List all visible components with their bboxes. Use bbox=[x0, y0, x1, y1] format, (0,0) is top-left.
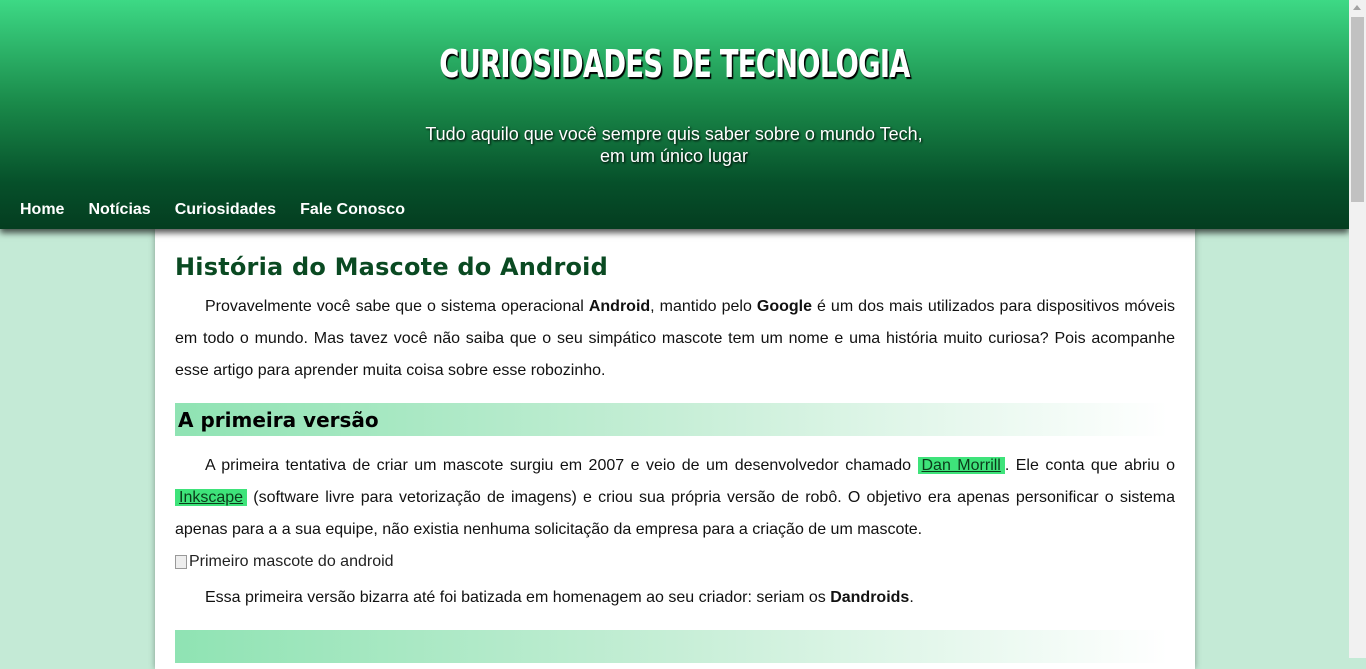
nav-link-curiosidades[interactable]: Curiosidades bbox=[175, 200, 276, 220]
article-container: História do Mascote do Android Provavelm… bbox=[155, 229, 1195, 669]
intro-bold-android: Android bbox=[588, 298, 651, 315]
intro-paragraph: Provavelmente você sabe que o sistema op… bbox=[175, 291, 1175, 387]
nav-link-home[interactable]: Home bbox=[20, 200, 64, 220]
site-header: Curiosidades de Tecnologia Tudo aquilo q… bbox=[0, 0, 1349, 229]
section1-text-2: . Ele conta que abriu o bbox=[1004, 457, 1176, 474]
next-section-heading bbox=[175, 630, 1168, 663]
section1-p2-text-2: . bbox=[909, 589, 914, 606]
section1-text-1: A primeira tentativa de criar um mascote… bbox=[205, 457, 918, 474]
intro-bold-google: Google bbox=[756, 298, 812, 315]
section1-p2-text-1: Essa primeira versão bizarra até foi bat… bbox=[205, 589, 831, 606]
section1-paragraph-2: Essa primeira versão bizarra até foi bat… bbox=[175, 582, 1175, 614]
intro-text-2: , mantido pelo bbox=[650, 298, 757, 315]
section-heading-primeira-versao: A primeira versão bbox=[175, 403, 1168, 436]
section1-paragraph-1: A primeira tentativa de criar um mascote… bbox=[175, 450, 1175, 546]
scroll-up-arrow-icon[interactable] bbox=[1353, 5, 1361, 10]
main-nav: Home Notícias Curiosidades Fale Conosco bbox=[20, 200, 429, 220]
article-title: História do Mascote do Android bbox=[175, 253, 608, 281]
site-subtitle: Tudo aquilo que você sempre quis saber s… bbox=[425, 124, 923, 166]
nav-link-noticias[interactable]: Notícias bbox=[88, 200, 150, 220]
section1-text-3: (software livre para vetorização de imag… bbox=[175, 489, 1175, 538]
site-title: Curiosidades de Tecnologia bbox=[439, 42, 910, 86]
first-mascot-image: Primeiro mascote do android bbox=[175, 552, 1175, 572]
link-inkscape[interactable]: Inkscape bbox=[175, 489, 248, 506]
broken-image-icon bbox=[175, 555, 187, 569]
page-scrollbar[interactable] bbox=[1349, 0, 1366, 658]
nav-link-fale-conosco[interactable]: Fale Conosco bbox=[300, 200, 405, 220]
link-dan-morrill[interactable]: Dan Morrill bbox=[917, 457, 1005, 474]
intro-text-1: Provavelmente você sabe que o sistema op… bbox=[205, 298, 589, 315]
bold-dandroids: Dandroids bbox=[830, 589, 910, 606]
image-alt-text: Primeiro mascote do android bbox=[189, 553, 394, 570]
scrollbar-thumb[interactable] bbox=[1351, 17, 1364, 202]
